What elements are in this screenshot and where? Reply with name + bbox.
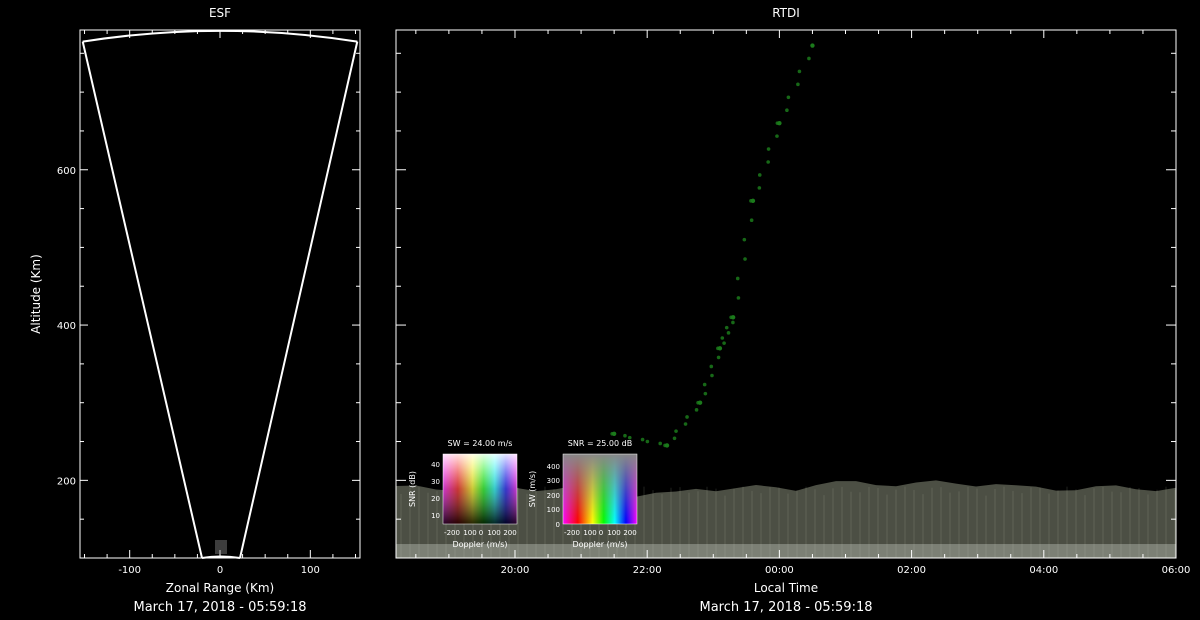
rtdi-xtick-label: 06:00 [1162,565,1191,576]
esf-panel: ESF 200 400 600 -100 0 100 Zonal Range (Km) A… [29,6,361,615]
esf-ytick-label: 200 [57,476,76,487]
rtdi-plume-point [731,320,735,325]
rtdi-xtick-label: 00:00 [765,565,794,576]
legend-snr-xtick: 200 [623,529,636,537]
rtdi-plume-point [807,56,811,61]
rtdi-footer: March 17, 2018 - 05:59:18 [700,600,873,615]
rtdi-plume-point [724,325,729,330]
rtdi-plume-point [750,198,756,204]
rtdi-title: RTDI [772,6,800,20]
rtdi-xlabel: Local Time [754,581,818,595]
rtdi-panel: RTDI 20:00 22:00 00:00 02:00 04:00 06:00 SW =… [395,6,1191,615]
esf-footer: March 17, 2018 - 05:59:18 [134,600,307,615]
esf-xtick-label: -100 [118,565,141,576]
legend-snr-ytick: 200 [547,492,560,500]
legend-sw-ytick: 20 [431,495,440,503]
esf-echo-patch [215,540,227,554]
legend-sw-caption: SW = 24.00 m/s [448,439,513,448]
esf-fan [81,29,359,559]
legend-sw-xtick: 100 [463,529,476,537]
legend-sw-ylabel: SNR (dB) [408,471,417,507]
legend-snr-xtick: 0 [599,529,603,537]
rtdi-plume-point [742,237,747,242]
rtdi-plume-point [672,436,677,441]
esf-ytick-label: 400 [57,321,76,332]
rtdi-plume-point [658,441,663,446]
rtdi-plume-point [623,433,627,438]
rtdi-plume-point [720,336,725,340]
rtdi-plume-point [674,429,678,433]
rtdi-plume-point [785,108,789,113]
rtdi-xtick-label: 22:00 [633,565,662,576]
legend-snr-xlabel: Doppler (m/s) [572,540,627,549]
rtdi-plume-point [697,400,703,405]
esf-frame [79,29,361,559]
rtdi-plume-point [683,422,688,426]
esf-xtick-label: 0 [217,565,223,576]
esf-ytick-label: 600 [57,166,76,177]
legend-sw-xtick: -200 [444,529,460,537]
rtdi-plume-point [777,120,782,126]
rtdi-plume-point [766,147,771,151]
rtdi-plume-point [645,439,650,444]
legend-sw-xlabel: Doppler (m/s) [452,540,507,549]
rtdi-plume-point [735,276,740,281]
rtdi-plume-point [716,355,721,360]
rtdi-plume-point [722,341,726,345]
rtdi-xtick-label: 02:00 [897,565,926,576]
legend-sw-shade [443,454,517,524]
legend-snr-ytick: 0 [556,521,560,529]
esf-fan-right-edge [239,41,359,559]
rtdi-plume-point [810,43,815,48]
legend-snr-desat [563,454,637,524]
legend-snr-xtick: 100 [607,529,620,537]
rtdi-xtick-label: 04:00 [1029,565,1058,576]
legend-sw-ytick: 40 [431,461,440,469]
legend-sw-xtick: 0 [479,529,483,537]
rtdi-plume-point [685,415,689,419]
esf-xtick-label: 100 [301,565,320,576]
rtdi-plume-point [726,331,731,335]
rtdi-plume-point [749,218,754,223]
legend-snr-ytick: 100 [547,506,560,514]
rtdi-plume-point [717,346,723,351]
legend-snr-xtick: -200 [564,529,580,537]
legend-snr-caption: SNR = 25.00 dB [568,439,632,448]
legend-snr-ylabel: SW (m/s) [528,471,537,507]
rtdi-plume-point [611,431,617,436]
rtdi-plume-point [702,382,707,387]
legend-sw-ytick: 30 [431,478,440,486]
esf-fan-left-edge [81,41,203,559]
rtdi-plume-point [730,315,736,320]
rtdi-plume [610,43,815,448]
rtdi-plume-point [786,95,791,100]
rtdi-echo-base [396,544,1176,558]
legend-sw-xtick: 200 [503,529,516,537]
figure: ESF 200400600-100 0 100 Zonal Range (Km) A… [29,6,1191,615]
rtdi-plume-point [709,364,714,369]
legend-snr-xtick: 100 [583,529,596,537]
rtdi-plume-point [757,173,762,177]
rtdi-plume-point [797,69,802,74]
rtdi-plume-point [694,408,699,412]
rtdi-plume-point [640,437,645,442]
esf-xlabel: Zonal Range (Km) [166,581,274,595]
rtdi-plume-point [664,443,670,448]
esf-ticks: 200 400 600 -100 0 100 [57,30,360,576]
esf-title: ESF [209,6,231,20]
legend-sw-xtick: 100 [487,529,500,537]
rtdi-plume-point [766,160,770,164]
rtdi-plume-point [736,296,741,300]
legend-snr-ytick: 300 [547,477,560,485]
rtdi-plume-point [757,186,762,190]
legend-snr-ytick: 400 [547,463,560,471]
esf-ylabel: Altitude (Km) [29,254,43,334]
rtdi-plume-point [703,391,708,396]
rtdi-xtick-label: 20:00 [501,565,530,576]
rtdi-plume-point [796,82,800,87]
rtdi-plume-point [743,257,747,261]
rtdi-plume-point [710,373,714,378]
legend-sw-ytick: 10 [431,512,440,520]
rtdi-plume-point [775,134,779,138]
